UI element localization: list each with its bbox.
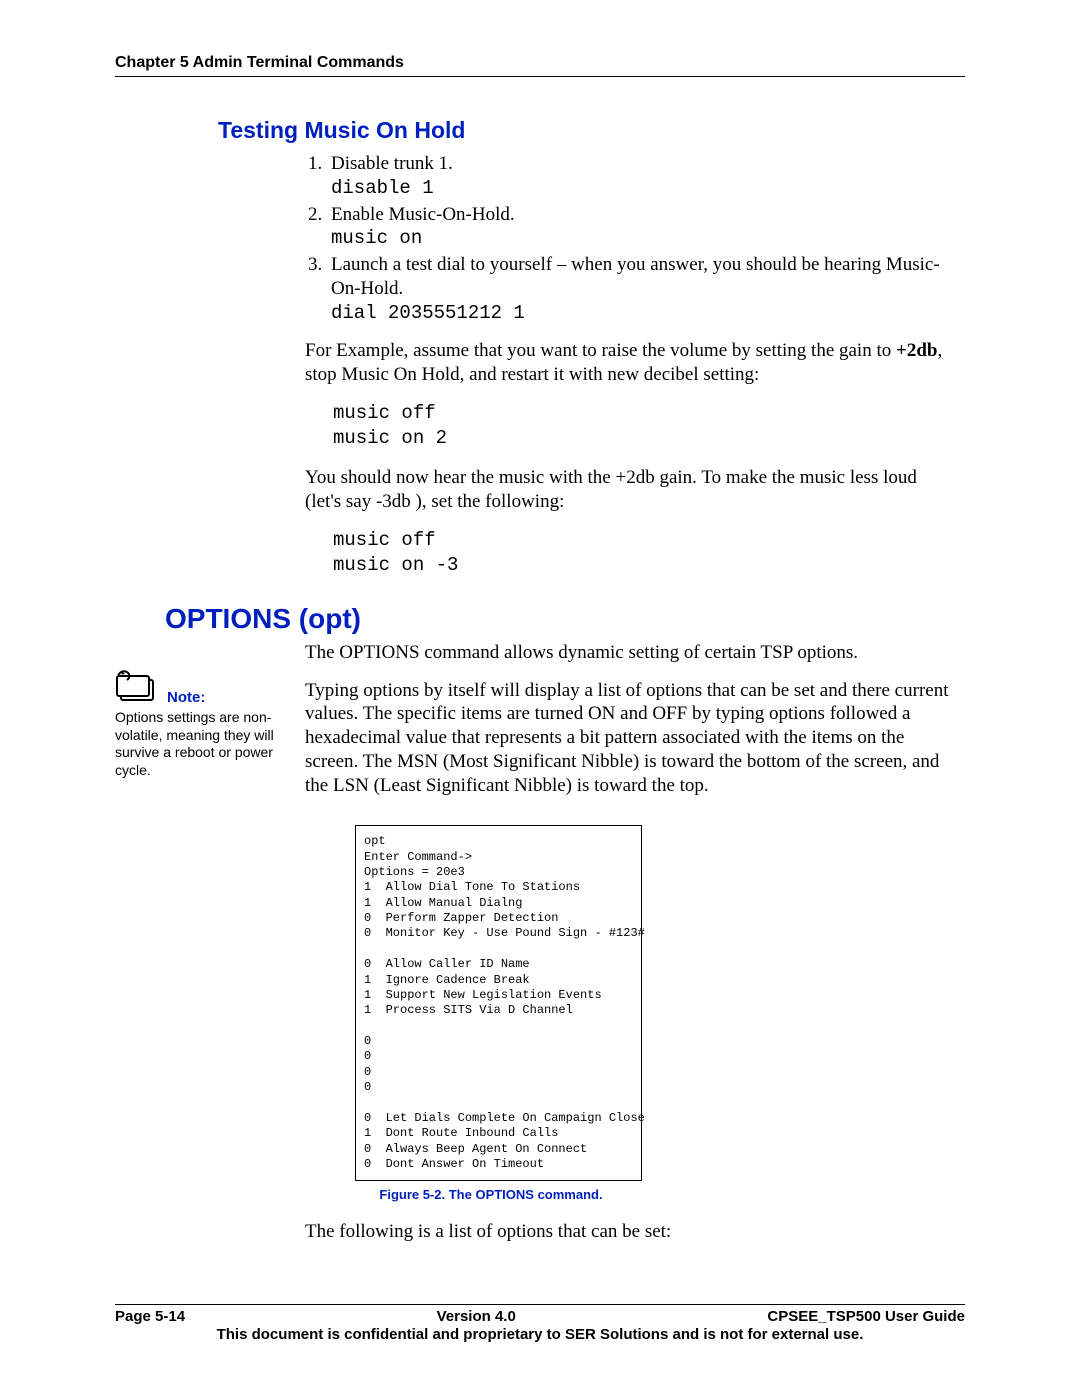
footer-confidential: This document is confidential and propri… — [115, 1326, 965, 1343]
para-gain-bold: +2db — [896, 340, 937, 361]
step-3-text: Launch a test dial to yourself – when yo… — [331, 254, 940, 299]
section-title-testing-music-on-hold: Testing Music On Hold — [218, 117, 965, 144]
options-output-box: opt Enter Command-> Options = 20e3 1 All… — [355, 825, 642, 1181]
step-3-cmd: dial 2035551212 1 — [331, 302, 525, 324]
para-gain-example: For Example, assume that you want to rai… — [305, 339, 955, 387]
para-less-loud: You should now hear the music with the +… — [305, 466, 955, 514]
options-following: The following is a list of options that … — [305, 1220, 955, 1244]
steps-block: Disable trunk 1. disable 1 Enable Music-… — [305, 152, 955, 325]
note-label: Note: — [167, 689, 205, 706]
footer-doc-title: CPSEE_TSP500 User Guide — [767, 1308, 965, 1325]
footer-page-number: Page 5-14 — [115, 1308, 185, 1325]
code-block-music-on-2: music off music on 2 — [333, 401, 965, 452]
page: Chapter 5 Admin Terminal Commands Testin… — [0, 0, 1080, 1397]
step-2-cmd: music on — [331, 227, 422, 249]
step-1: Disable trunk 1. disable 1 — [327, 152, 955, 201]
step-1-cmd: disable 1 — [331, 177, 434, 199]
footer-version: Version 4.0 — [437, 1308, 516, 1325]
page-header: Chapter 5 Admin Terminal Commands — [115, 54, 965, 77]
figure-caption-5-2: Figure 5-2. The OPTIONS command. — [355, 1187, 627, 1202]
code-block-music-on-neg3: music off music on -3 — [333, 528, 965, 579]
options-intro-2: Typing options by itself will display a … — [305, 679, 955, 798]
para-gain-a: For Example, assume that you want to rai… — [305, 340, 896, 361]
step-2-text: Enable Music-On-Hold. — [331, 204, 515, 225]
step-2: Enable Music-On-Hold. music on — [327, 203, 955, 252]
note-icon — [115, 670, 163, 707]
step-3: Launch a test dial to yourself – when yo… — [327, 253, 955, 325]
page-footer: Page 5-14 Version 4.0 CPSEE_TSP500 User … — [115, 1304, 965, 1343]
note-block: Note: Options settings are non-volatile,… — [115, 670, 290, 779]
section-title-options: OPTIONS (opt) — [165, 603, 965, 635]
step-1-text: Disable trunk 1. — [331, 153, 453, 174]
options-intro-1: The OPTIONS command allows dynamic setti… — [305, 641, 955, 665]
note-body: Options settings are non-volatile, meani… — [115, 709, 290, 779]
